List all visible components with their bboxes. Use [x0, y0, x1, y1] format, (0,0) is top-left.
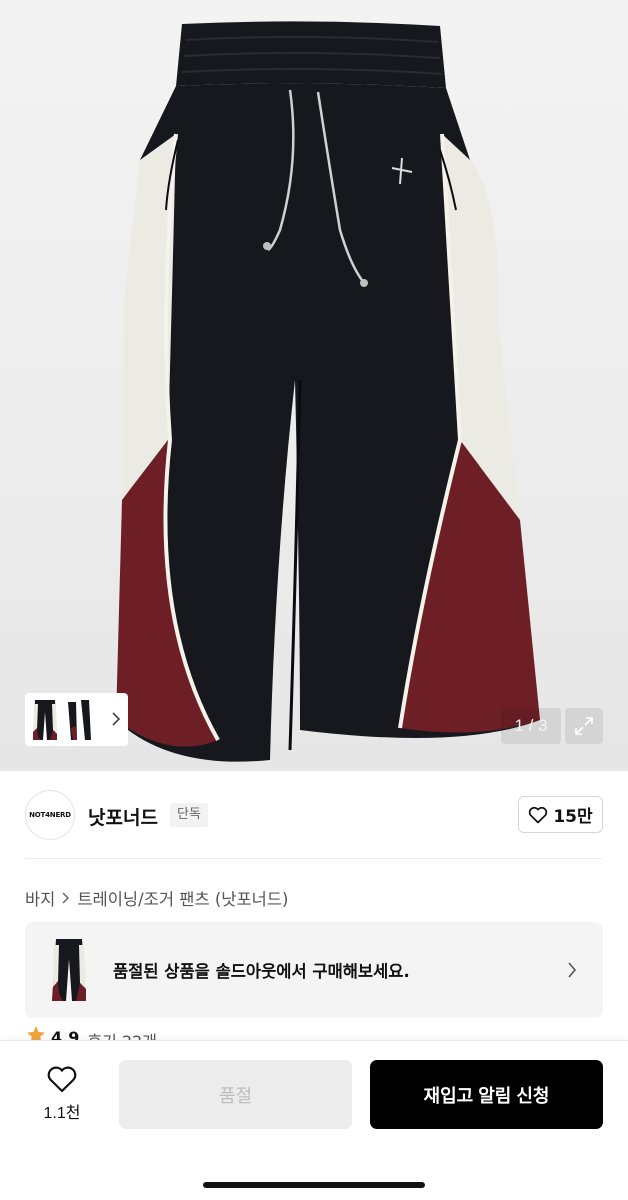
wishlist-button[interactable]: 1.1천	[34, 1065, 90, 1125]
brand-logo-text: NOT4NERD	[29, 811, 71, 819]
brand-like-button[interactable]: 15만	[518, 796, 603, 833]
restock-alert-button[interactable]: 재입고 알림 신청	[370, 1060, 603, 1129]
product-image	[116, 21, 540, 762]
chevron-right-icon	[568, 962, 577, 978]
expand-icon[interactable]	[565, 708, 603, 744]
home-indicator	[203, 1182, 425, 1188]
image-counter: 1 / 3	[501, 708, 561, 744]
soldout-banner-text: 품절된 상품을 솔드아웃에서 구매해보세요.	[113, 962, 410, 981]
thumbnail-2[interactable]	[65, 698, 93, 742]
soldout-button[interactable]: 품절	[119, 1060, 352, 1129]
banner-product-thumbnail	[52, 939, 86, 1001]
thumbnail-1[interactable]	[31, 698, 59, 742]
brand-logo[interactable]: NOT4NERD	[25, 790, 75, 840]
breadcrumb-category[interactable]: 바지	[25, 886, 55, 910]
breadcrumb: 바지 트레이닝/조거 팬츠 (낫포너드)	[25, 886, 288, 910]
brand-like-count: 15만	[553, 807, 593, 827]
breadcrumb-product[interactable]: 트레이닝/조거 팬츠 (낫포너드)	[77, 886, 288, 910]
bottom-action-bar: 1.1천 품절 재입고 알림 신청	[0, 1040, 628, 1200]
brand-name[interactable]: 낫포너드	[88, 803, 158, 830]
heart-outline-icon	[529, 806, 548, 823]
divider	[25, 858, 603, 859]
soldout-banner[interactable]: 품절된 상품을 솔드아웃에서 구매해보세요.	[25, 922, 603, 1018]
brand-row: NOT4NERD 낫포너드 단독 15만	[0, 771, 628, 859]
product-image-gallery[interactable]: 1 / 3	[0, 0, 628, 771]
exclusive-badge: 단독	[170, 803, 208, 827]
wishlist-count: 1.1천	[43, 1105, 81, 1122]
heart-outline-icon	[47, 1066, 77, 1093]
chevron-right-icon	[62, 892, 70, 904]
chevron-right-icon[interactable]	[110, 710, 122, 728]
thumbnail-strip[interactable]	[25, 693, 128, 746]
